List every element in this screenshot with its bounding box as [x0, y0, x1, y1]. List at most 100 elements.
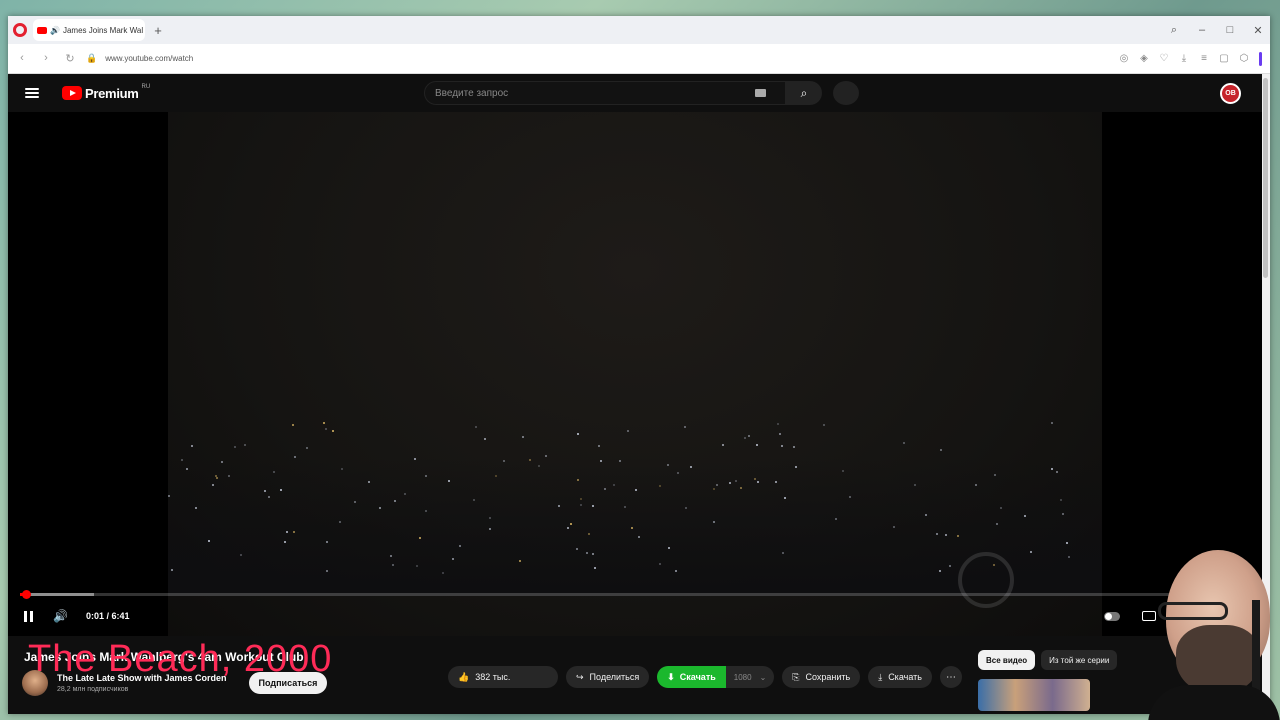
menu-icon[interactable]: ≡ [1199, 53, 1209, 64]
search-icon: ⌕ [800, 85, 808, 100]
heart-icon[interactable]: ♡ [1159, 53, 1169, 64]
city-light [484, 437, 487, 440]
youtube-premium-logo[interactable]: Premium RU [62, 83, 151, 101]
channel-name[interactable]: The Late Late Show with James Corden [57, 673, 227, 683]
browser-tab[interactable]: 🔊 James Joins Mark Wal [33, 19, 145, 41]
city-light [488, 516, 491, 519]
save-button[interactable]: ⎘ Сохранить [782, 666, 861, 688]
more-actions-icon[interactable]: ⋯ [939, 666, 962, 688]
minimize-button[interactable]: – [1196, 24, 1208, 36]
url-field[interactable]: www.youtube.com/watch [105, 54, 193, 63]
city-light [716, 483, 719, 486]
search-button[interactable]: ⌕ [786, 81, 822, 105]
city-light [974, 484, 977, 487]
city-light [1050, 467, 1053, 470]
city-light [676, 471, 679, 474]
pause-button[interactable] [24, 610, 33, 622]
related-filter-chips: Все видео Из той же серии [978, 650, 1118, 670]
webcam-overlay [1148, 540, 1280, 720]
search-input[interactable] [435, 87, 755, 99]
share-button[interactable]: ↪ Поделиться [566, 666, 650, 688]
opera-logo-icon[interactable] [13, 23, 27, 37]
logo-region: RU [141, 83, 151, 90]
youtube-favicon-icon [37, 26, 47, 34]
city-light [577, 433, 580, 436]
city-light [243, 443, 246, 446]
city-light [264, 490, 266, 493]
address-tools: ◎ ◈ ♡ ⤓ ≡ ▢ ⬡ [1119, 51, 1262, 66]
lock-icon[interactable]: 🔒 [86, 53, 97, 64]
chip-all-videos[interactable]: Все видео [978, 650, 1036, 670]
city-light [683, 425, 686, 428]
search-box [424, 81, 786, 105]
reload-button[interactable]: ↻ [64, 52, 76, 65]
download-arrow-icon: ⬇ [667, 671, 675, 682]
download-button[interactable]: ⤓ Скачать [868, 666, 932, 688]
voice-search-button[interactable] [833, 81, 859, 105]
download-extension-button[interactable]: ⬇ Скачать [657, 666, 726, 688]
city-light [938, 569, 941, 572]
shield-icon[interactable]: ◈ [1139, 53, 1149, 64]
back-button[interactable]: ‹ [16, 52, 28, 65]
new-tab-button[interactable]: + [151, 23, 165, 38]
audio-playing-icon[interactable]: 🔊 [50, 26, 60, 35]
youtube-page: Premium RU ⌕ OB 🔊 [8, 74, 1262, 714]
city-light [537, 464, 540, 467]
city-light [425, 509, 427, 512]
quality-select[interactable]: 1080 ⌄ [725, 666, 775, 688]
streamer-shirt [1148, 685, 1280, 720]
sidebar-indicator [1259, 51, 1262, 66]
forward-button[interactable]: › [40, 52, 52, 65]
city-light [823, 424, 826, 427]
close-window-button[interactable]: ✕ [1252, 24, 1264, 37]
video-details: James Joins Mark Wahlberg's 4am Workout … [8, 636, 1262, 714]
search-tabs-icon[interactable]: ⌕ [1168, 24, 1180, 37]
subscribe-button[interactable]: Подписаться [248, 672, 328, 694]
scrubber-handle[interactable] [22, 590, 31, 599]
channel-avatar[interactable] [22, 670, 48, 696]
city-light [324, 427, 327, 430]
city-light [576, 478, 579, 481]
guide-menu-icon[interactable] [25, 88, 39, 98]
extension-icon[interactable]: ⬡ [1239, 53, 1249, 64]
chip-same-series[interactable]: Из той же серии [1041, 650, 1118, 670]
city-light [190, 445, 193, 448]
city-light [292, 530, 295, 533]
like-button[interactable]: 👍 382 тыс. [448, 666, 558, 688]
city-light [458, 544, 461, 547]
account-avatar[interactable]: OB [1220, 83, 1241, 104]
maximize-button[interactable]: □ [1224, 24, 1236, 36]
like-count: 382 тыс. [475, 672, 511, 682]
city-light [587, 532, 590, 535]
city-light [570, 522, 573, 525]
progress-bar[interactable] [20, 590, 1250, 599]
city-light [489, 527, 492, 530]
scrollbar-thumb[interactable] [1263, 78, 1268, 278]
wallet-icon[interactable]: ▢ [1219, 53, 1229, 64]
city-light [1051, 422, 1054, 425]
city-light [721, 443, 724, 446]
city-light [994, 473, 997, 476]
download-icon: ⤓ [878, 671, 883, 682]
city-light [331, 429, 334, 432]
download-icon[interactable]: ⤓ [1179, 53, 1189, 64]
city-light [956, 534, 959, 537]
city-light [503, 459, 506, 462]
video-frame[interactable] [168, 112, 1102, 636]
city-light [1029, 551, 1032, 554]
city-light [557, 504, 560, 507]
download-extension: ⬇ Скачать 1080 ⌄ [657, 666, 775, 688]
city-light [413, 457, 416, 460]
youtube-play-icon [62, 86, 82, 100]
city-light [441, 571, 444, 574]
related-video-thumbnail[interactable] [978, 679, 1090, 711]
autoplay-toggle[interactable] [1104, 611, 1120, 621]
browser-window: 🔊 James Joins Mark Wal + ⌕ – □ ✕ ‹ › ↻ 🔒… [8, 16, 1270, 714]
volume-icon[interactable]: 🔊 [53, 609, 68, 623]
camera-icon[interactable]: ◎ [1119, 53, 1129, 64]
keyboard-icon[interactable] [755, 89, 766, 97]
city-light [667, 546, 670, 549]
video-player[interactable]: 🔊 0:01 / 6:41 [8, 112, 1262, 636]
masthead: Premium RU ⌕ OB [8, 74, 1262, 112]
share-label: Поделиться [589, 672, 640, 682]
